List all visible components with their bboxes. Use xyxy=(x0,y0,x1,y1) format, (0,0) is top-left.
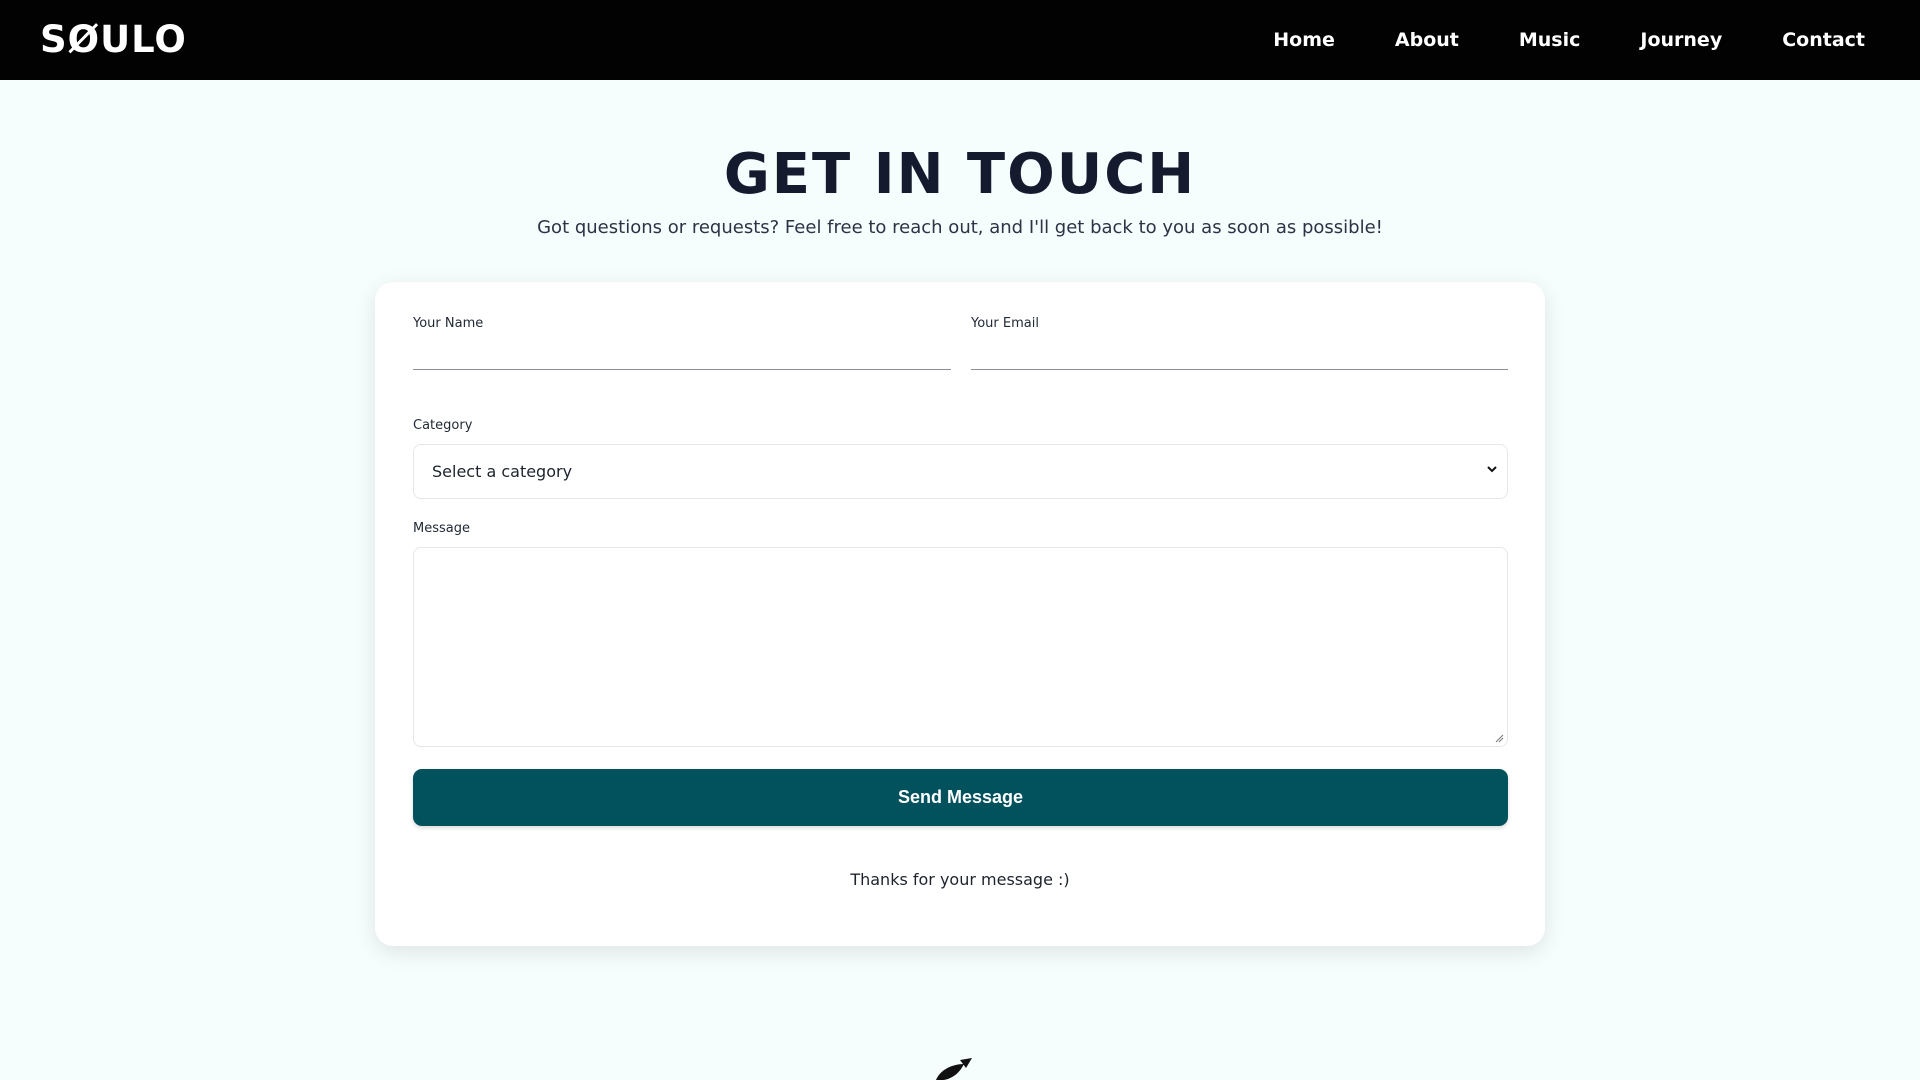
send-message-button[interactable]: Send Message xyxy=(413,769,1508,826)
nav-item-journey[interactable]: Journey xyxy=(1640,29,1722,51)
message-textarea[interactable] xyxy=(413,547,1508,747)
category-select[interactable]: Select a category xyxy=(413,444,1508,499)
chevron-down-icon xyxy=(1487,466,1497,473)
leaf-logo-icon xyxy=(936,1058,972,1080)
message-field-label: Message xyxy=(413,521,470,536)
category-selected-value: Select a category xyxy=(432,462,573,481)
confirmation-message: Thanks for your message :) xyxy=(850,870,1070,889)
page-subtitle: Got questions or requests? Feel free to … xyxy=(537,217,1383,238)
contact-form-card: Your Name Your Email Category Select a c… xyxy=(375,282,1545,946)
nav-item-contact[interactable]: Contact xyxy=(1782,29,1865,51)
nav-item-about[interactable]: About xyxy=(1395,29,1459,51)
main-nav: Home About Music Journey Contact xyxy=(1273,0,1865,80)
nav-item-music[interactable]: Music xyxy=(1519,29,1581,51)
category-field-label: Category xyxy=(413,418,473,433)
nav-item-home[interactable]: Home xyxy=(1273,29,1335,51)
name-field-label: Your Name xyxy=(413,316,484,331)
email-field-label: Your Email xyxy=(971,316,1039,331)
site-logo[interactable]: SØULO xyxy=(40,17,187,63)
name-input[interactable] xyxy=(413,336,951,370)
resize-grip-icon[interactable] xyxy=(1494,733,1504,743)
email-input[interactable] xyxy=(971,336,1508,370)
top-navbar: SØULO Home About Music Journey Contact xyxy=(0,0,1920,80)
page-title: GET IN TOUCH xyxy=(723,142,1197,207)
